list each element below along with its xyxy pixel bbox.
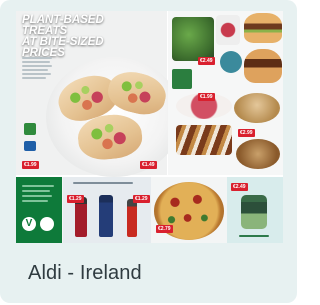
text-line — [22, 200, 48, 202]
price-tag: €1.29 — [133, 195, 150, 203]
vegan-badge-icon: V — [22, 217, 36, 231]
flyer-page-right: €2.49 €1.99 €2.99 — [168, 11, 283, 175]
text-line — [22, 65, 52, 67]
skewers-image — [176, 125, 232, 155]
text-line — [22, 61, 50, 63]
flyer-page-bottom: V €1.29 €1.29 €2.79 €2.49 — [16, 177, 283, 243]
flyer-page-left: PLANT-BASED TREATS AT BITE-SIZED PRICES … — [16, 11, 182, 177]
bottle-image — [127, 199, 137, 237]
text-line — [73, 182, 133, 184]
jar-image — [241, 195, 267, 229]
bottle-image — [75, 197, 87, 237]
price-tag: €1.99 — [198, 93, 215, 101]
text-line — [22, 77, 46, 79]
store-card[interactable]: PLANT-BASED TREATS AT BITE-SIZED PRICES … — [0, 0, 297, 303]
text-line — [22, 73, 51, 75]
dish-image — [236, 139, 280, 169]
price-tag: €2.99 — [238, 129, 255, 137]
product-pack-image — [172, 69, 192, 89]
text-line — [22, 69, 48, 71]
price-tag: €2.49 — [231, 183, 248, 191]
burger-image — [244, 49, 282, 83]
dish-image — [234, 93, 280, 123]
jar-panel: €2.49 — [227, 177, 283, 243]
flyer-headline: PLANT-BASED TREATS AT BITE-SIZED PRICES — [22, 14, 104, 59]
leaf-icon — [40, 217, 54, 231]
vegan-panel: V — [16, 177, 62, 243]
price-tag: €1.99 — [22, 161, 39, 169]
dip-image — [220, 51, 242, 73]
price-tag: €2.79 — [156, 225, 173, 233]
text-line — [22, 195, 52, 197]
sauces-panel: €1.29 €1.29 — [63, 177, 151, 243]
price-tag: €2.49 — [198, 57, 215, 65]
text-line — [22, 57, 52, 59]
text-line — [22, 190, 50, 192]
product-pack-image — [24, 141, 36, 151]
salad-bowl-image — [172, 17, 214, 61]
product-pack-image — [24, 123, 36, 135]
burger-image — [244, 13, 282, 43]
price-tag: €1.49 — [140, 161, 157, 169]
text-line — [22, 185, 54, 187]
text-line — [239, 235, 269, 237]
sauce-image — [216, 15, 240, 45]
store-name: Aldi - Ireland — [28, 262, 142, 284]
flyer-thumbnail[interactable]: PLANT-BASED TREATS AT BITE-SIZED PRICES … — [16, 11, 283, 243]
bottle-image — [99, 195, 113, 237]
price-tag: €1.29 — [67, 195, 84, 203]
